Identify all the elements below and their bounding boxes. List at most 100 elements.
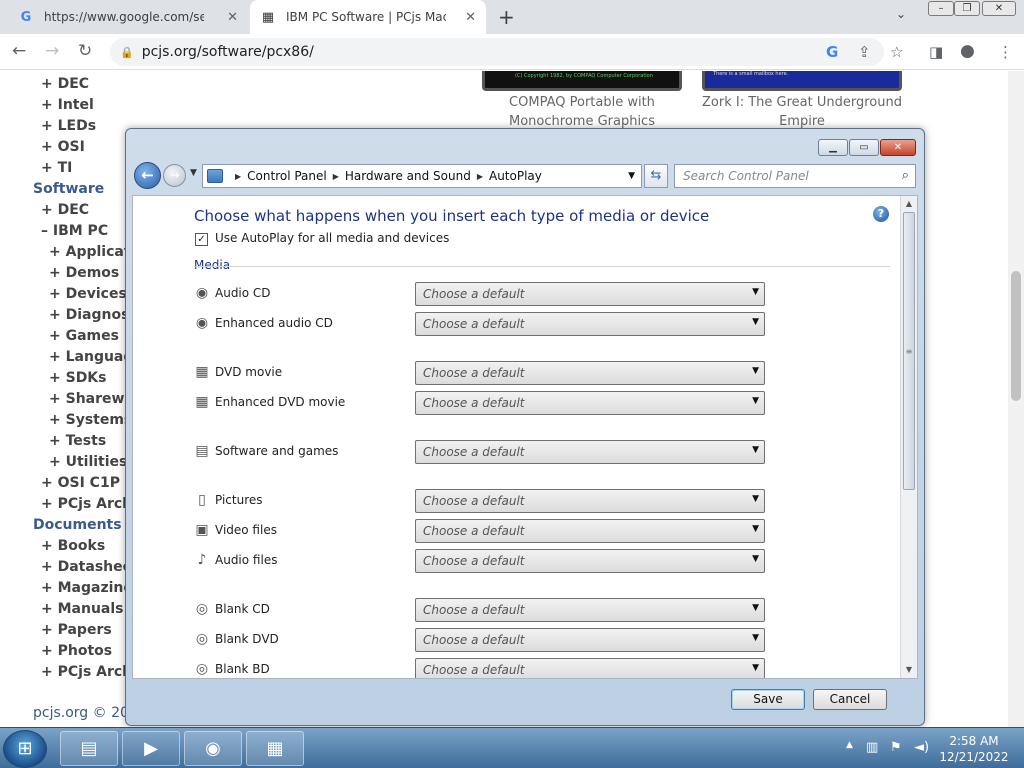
new-tab-button[interactable]: + xyxy=(498,5,515,29)
tab-google-search[interactable]: G https://www.google.com/search? ✕ xyxy=(8,0,248,34)
media-row: ◉ Enhanced audio CD Choose a default ▼ xyxy=(194,312,774,336)
google-lens-icon[interactable]: G xyxy=(826,43,838,61)
zork-thumbnail[interactable]: There is a small mailbox here. xyxy=(702,71,902,91)
tab-pcjs[interactable]: ▦ IBM PC Software | PCjs Machines ✕ xyxy=(250,0,486,34)
page-scrollbar[interactable] xyxy=(1008,71,1024,727)
cd-icon: ◉ xyxy=(195,285,209,301)
address-dropdown-icon[interactable]: ▼ xyxy=(628,171,635,181)
nav-link[interactable]: + Photos xyxy=(41,643,112,659)
nav-link[interactable]: + LEDs xyxy=(41,118,96,134)
nav-heading[interactable]: Software xyxy=(33,181,104,197)
clock[interactable]: 2:58 AM 12/21/2022 xyxy=(935,733,1013,765)
default-action-select[interactable]: Choose a default ▼ xyxy=(415,312,765,336)
address-bar[interactable]: 🔒 pcjs.org/software/pcx86/ xyxy=(110,38,884,66)
action-center-icon[interactable]: ⚑ xyxy=(890,740,902,755)
default-action-select[interactable]: Choose a default ▼ xyxy=(415,282,765,306)
tab-close-icon[interactable]: ✕ xyxy=(227,10,238,25)
thumbnail-caption[interactable]: COMPAQ Portable with Monochrome Graphics xyxy=(482,95,682,129)
nav-link[interactable]: + Demos xyxy=(49,265,119,281)
search-input[interactable]: Search Control Panel ⌕ xyxy=(674,164,916,188)
refresh-button[interactable]: ⇆ xyxy=(644,164,668,188)
default-action-select[interactable]: Choose a default ▼ xyxy=(415,440,765,464)
help-icon[interactable]: ? xyxy=(873,206,889,222)
breadcrumb-item[interactable]: AutoPlay xyxy=(489,169,542,183)
nav-link[interactable]: + Intel xyxy=(41,97,94,113)
breadcrumb-item[interactable]: Hardware and Sound xyxy=(345,169,471,183)
nav-link[interactable]: + OSI xyxy=(41,139,85,155)
default-action-select[interactable]: Choose a default ▼ xyxy=(415,658,765,678)
explorer-taskbar-icon[interactable]: ▤ xyxy=(60,731,118,766)
chrome-menu-icon[interactable]: ⋮ xyxy=(998,43,1013,61)
forward-arrow-icon[interactable]: → xyxy=(45,41,59,61)
nav-link[interactable]: + Papers xyxy=(41,622,112,638)
profile-avatar-icon[interactable]: ● xyxy=(960,41,975,61)
nav-link[interactable]: + Manuals xyxy=(41,601,124,617)
nav-heading[interactable]: Documents xyxy=(33,517,122,533)
default-action-select[interactable]: Choose a default ▼ xyxy=(415,361,765,385)
nav-link[interactable]: + Books xyxy=(41,538,105,554)
dialog-close-button[interactable]: ✕ xyxy=(880,139,916,156)
nav-link[interactable]: + Tests xyxy=(49,433,106,449)
chrome-taskbar-icon[interactable]: ◉ xyxy=(184,731,242,766)
thumbnail-caption[interactable]: Zork I: The Great Underground Empire xyxy=(702,95,902,129)
scroll-up-icon[interactable]: ▲ xyxy=(901,196,917,212)
default-action-select[interactable]: Choose a default ▼ xyxy=(415,519,765,543)
breadcrumb-separator-icon[interactable]: ▶ xyxy=(333,172,339,181)
forward-button[interactable]: → xyxy=(163,164,186,187)
nav-link[interactable]: + Games xyxy=(49,328,119,344)
share-icon[interactable]: ⇪ xyxy=(858,43,871,61)
default-action-select[interactable]: Choose a default ▼ xyxy=(415,598,765,622)
volume-icon[interactable]: ◄) xyxy=(914,740,929,755)
compaq-thumbnail[interactable]: (C) Copyright 1982, by COMPAQ Computer C… xyxy=(482,71,682,91)
content-scrollbar[interactable]: ▲ ≡ ▼ xyxy=(900,196,917,678)
chevron-down-icon: ▼ xyxy=(752,317,759,327)
nav-link[interactable]: + DEC xyxy=(41,76,89,92)
breadcrumb-item[interactable]: Control Panel xyxy=(247,169,327,183)
reload-icon[interactable]: ↻ xyxy=(78,41,92,61)
nav-link[interactable]: + OSI C1P xyxy=(41,475,120,491)
nav-link[interactable]: + TI xyxy=(41,160,72,176)
network-icon[interactable]: ▥ xyxy=(866,740,878,755)
nav-link[interactable]: + Systems xyxy=(49,412,132,428)
scroll-down-icon[interactable]: ▼ xyxy=(901,662,917,678)
nav-link[interactable]: + Devices xyxy=(49,286,127,302)
default-action-select[interactable]: Choose a default ▼ xyxy=(415,391,765,415)
scroll-thumb[interactable]: ≡ xyxy=(903,212,915,490)
show-hidden-icons-icon[interactable]: ▲ xyxy=(846,740,853,750)
side-panel-icon[interactable]: ◨ xyxy=(929,43,943,61)
autoplay-checkbox[interactable]: ✓ xyxy=(195,233,208,246)
dialog-maximize-button[interactable]: ▭ xyxy=(849,139,879,156)
page-title: Choose what happens when you insert each… xyxy=(194,207,710,225)
page-scroll-thumb[interactable] xyxy=(1011,271,1021,401)
default-action-select[interactable]: Choose a default ▼ xyxy=(415,489,765,513)
breadcrumb[interactable]: ▶ Control Panel ▶ Hardware and Sound ▶ A… xyxy=(202,164,642,188)
restore-button[interactable]: ❐ xyxy=(954,1,980,16)
close-window-button[interactable]: ✕ xyxy=(982,1,1016,16)
minimize-button[interactable]: – xyxy=(928,1,954,16)
default-action-select[interactable]: Choose a default ▼ xyxy=(415,628,765,652)
media-player-taskbar-icon[interactable]: ▶ xyxy=(122,731,180,766)
bookmark-star-icon[interactable]: ☆ xyxy=(890,43,903,61)
save-button[interactable]: Save xyxy=(731,689,805,710)
default-action-select[interactable]: Choose a default ▼ xyxy=(415,549,765,573)
back-button[interactable]: ← xyxy=(134,162,161,189)
history-dropdown-icon[interactable]: ▼ xyxy=(190,168,197,178)
tab-search-chevron-icon[interactable]: ⌄ xyxy=(896,7,906,21)
back-arrow-icon[interactable]: ← xyxy=(12,41,26,61)
nav-link[interactable]: + SDKs xyxy=(49,370,107,386)
nav-link[interactable]: – IBM PC xyxy=(41,223,108,239)
cancel-button[interactable]: Cancel xyxy=(813,689,887,710)
nav-link[interactable]: + Utilities xyxy=(49,454,127,470)
nav-link[interactable]: + DEC xyxy=(41,202,89,218)
section-divider xyxy=(194,266,890,267)
control-panel-taskbar-icon[interactable]: ▦ xyxy=(246,731,304,766)
breadcrumb-separator-icon[interactable]: ▶ xyxy=(477,172,483,181)
dialog-minimize-button[interactable]: ▁ xyxy=(818,139,848,156)
caption-line: Zork I: The Great Underground xyxy=(702,95,902,110)
tab-close-icon[interactable]: ✕ xyxy=(465,10,476,25)
breadcrumb-separator-icon[interactable]: ▶ xyxy=(235,172,241,181)
start-button[interactable]: ⊞ xyxy=(3,730,47,768)
caption-line: Empire xyxy=(779,114,825,129)
select-value: Choose a default xyxy=(423,494,525,508)
autoplay-checkbox-label[interactable]: Use AutoPlay for all media and devices xyxy=(215,231,449,245)
